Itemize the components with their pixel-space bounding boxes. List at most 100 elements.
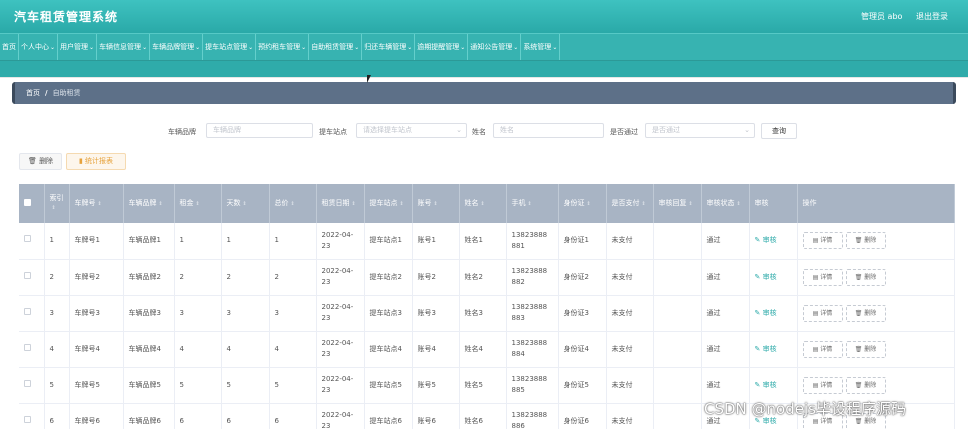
cell-audit: ✎ 审核 [749,259,798,296]
nav-item-10[interactable]: 通知公告管理 ⌄ [468,34,522,60]
row-select-cell [19,403,45,429]
column-header-3[interactable]: 车辆品牌 ⇕ [123,184,175,223]
cell-paid: 未支付 [606,403,654,429]
current-user[interactable]: 管理员 abo [861,11,902,22]
select-all-checkbox[interactable] [24,198,31,206]
row-checkbox[interactable] [24,343,31,351]
sort-icon[interactable]: ⇕ [528,201,532,207]
sort-icon[interactable]: ⇕ [243,201,247,207]
stats-report-label: 统计报表 [85,157,114,165]
audit-link[interactable]: ✎ 审核 [755,381,777,389]
column-header-4[interactable]: 租金 ⇕ [174,184,222,223]
nav-item-4[interactable]: 车辆品牌管理 ⌄ [150,34,204,60]
row-checkbox[interactable] [24,415,31,423]
row-checkbox[interactable] [24,379,31,387]
nav-item-6[interactable]: 预约租车管理 ⌄ [256,34,310,60]
logout-link[interactable]: 退出登录 [916,11,948,22]
column-header-11[interactable]: 手机 ⇕ [506,184,559,223]
trash-icon: 🗑 [854,237,865,245]
nav-item-8[interactable]: 归还车辆管理 ⌄ [362,34,416,60]
column-header-8[interactable]: 提车站点 ⇕ [364,184,413,223]
sort-icon[interactable]: ⇕ [196,201,200,207]
detail-button[interactable]: ▤ 详情 [802,304,843,322]
cell-account: 账号3 [412,295,460,332]
column-header-1[interactable]: 索引 ⇕ [44,184,70,223]
sort-icon[interactable]: ⇕ [352,201,356,207]
column-header-7[interactable]: 租赁日期 ⇕ [316,184,365,223]
batch-delete-button[interactable]: 🗑 删除 [19,153,62,170]
column-header-2[interactable]: 车牌号 ⇕ [69,184,124,223]
audit-link[interactable]: ✎ 审核 [755,236,777,244]
sort-icon[interactable]: ⇕ [400,201,404,207]
detail-button[interactable]: ▤ 详情 [802,340,843,358]
delete-button[interactable]: 🗑 删除 [845,340,886,358]
delete-button[interactable]: 🗑 删除 [845,376,886,394]
nav-item-label: 首页 [2,43,16,51]
sort-icon[interactable]: ⇕ [159,201,163,207]
column-header-6[interactable]: 总价 ⇕ [269,184,317,223]
sort-icon[interactable]: ⇕ [689,201,693,207]
pass-select[interactable]: 是否通过 ⌄ [645,123,755,138]
delete-button[interactable]: 🗑 删除 [845,304,886,322]
sort-icon[interactable]: ⇕ [737,201,741,207]
nav-item-2[interactable]: 用户管理 ⌄ [58,34,98,60]
detail-button-label: 详情 [820,345,833,353]
column-header-10[interactable]: 姓名 ⇕ [459,184,507,223]
breadcrumb-home[interactable]: 首页 [26,88,40,98]
column-header-15[interactable]: 审核状态 ⇕ [701,184,750,223]
delete-button-label: 删除 [864,345,877,353]
query-button[interactable]: 查询 [761,123,797,139]
sort-icon[interactable]: ⇕ [52,205,56,211]
trash-icon: 🗑 [854,345,865,353]
sort-icon[interactable]: ⇕ [587,201,591,207]
sort-icon[interactable]: ⇕ [98,201,102,207]
bar-chart-icon: ▮ [78,157,83,165]
cell-date: 2022-04-23 [316,259,365,296]
name-input[interactable]: 姓名 [493,123,604,138]
column-header-5[interactable]: 天数 ⇕ [221,184,270,223]
column-header-0[interactable] [19,184,45,223]
nav-item-3[interactable]: 车辆信息管理 ⌄ [97,34,151,60]
nav-item-5[interactable]: 提车站点管理 ⌄ [203,34,257,60]
column-header-label: 车辆品牌 [128,198,157,207]
chevron-down-icon: ⌄ [460,43,466,51]
row-checkbox[interactable] [24,307,31,315]
sort-icon[interactable]: ⇕ [481,201,485,207]
column-header-label: 手机 [511,198,526,207]
brand-input[interactable]: 车辆品牌 [206,123,313,138]
column-header-13[interactable]: 是否支付 ⇕ [606,184,654,223]
cell-name: 姓名3 [459,295,507,332]
column-header-label: 账号 [417,198,432,207]
row-select-cell [19,295,45,332]
audit-link[interactable]: ✎ 审核 [755,345,777,353]
batch-delete-label: 删除 [39,157,54,165]
trash-icon: 🗑 [27,157,37,165]
delete-button[interactable]: 🗑 删除 [845,232,886,250]
cell-total: 5 [269,367,317,404]
sort-icon[interactable]: ⇕ [291,201,295,207]
sort-icon[interactable]: ⇕ [642,201,646,207]
detail-button[interactable]: ▤ 详情 [802,376,843,394]
row-checkbox[interactable] [24,235,31,243]
nav-item-11[interactable]: 系统管理 ⌄ [521,34,561,60]
column-header-9[interactable]: 账号 ⇕ [412,184,460,223]
nav-item-9[interactable]: 逾期提醒管理 ⌄ [415,34,469,60]
audit-label: 审核 [762,344,777,353]
cell-actions: ▤ 详情 🗑 删除 [797,331,955,368]
delete-button[interactable]: 🗑 删除 [845,268,886,286]
nav-item-0[interactable]: 首页 [0,34,19,60]
nav-item-1[interactable]: 个人中心 ⌄ [19,34,59,60]
nav-item-7[interactable]: 自助租赁管理 ⌄ [309,34,363,60]
sort-icon[interactable]: ⇕ [434,201,438,207]
audit-link[interactable]: ✎ 审核 [755,273,777,281]
row-checkbox[interactable] [24,271,31,279]
audit-link[interactable]: ✎ 审核 [755,309,777,317]
stats-report-button[interactable]: ▮ 统计报表 [66,153,126,170]
column-header-14[interactable]: 审核回复 ⇕ [653,184,702,223]
detail-button[interactable]: ▤ 详情 [802,232,843,250]
cell-reply [653,367,702,404]
station-select[interactable]: 请选择提车站点 ⌄ [356,123,467,138]
column-header-12[interactable]: 身份证 ⇕ [558,184,607,223]
column-header-16[interactable]: 审核 [749,184,798,223]
detail-button[interactable]: ▤ 详情 [802,268,843,286]
